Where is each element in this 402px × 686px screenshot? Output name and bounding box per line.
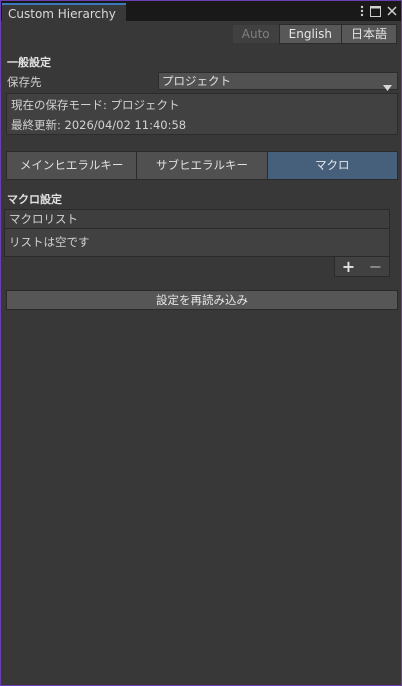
language-auto-button[interactable]: Auto	[231, 24, 280, 44]
title-bar: Custom Hierarchy	[1, 1, 401, 21]
last-updated-text: 最終更新: 2026/04/02 11:40:58	[11, 118, 187, 132]
save-location-label: 保存先	[7, 75, 42, 89]
language-japanese-button[interactable]: 日本語	[340, 24, 397, 44]
window-tab[interactable]: Custom Hierarchy	[2, 3, 126, 21]
add-macro-button[interactable]: +	[342, 258, 355, 275]
save-location-value: プロジェクト	[162, 74, 231, 88]
macro-settings-title: マクロ設定	[7, 193, 62, 206]
close-icon[interactable]	[387, 6, 397, 16]
editor-window: Custom Hierarchy Auto English 日本語 一般設定 保…	[0, 0, 402, 686]
current-save-mode-text: 現在の保存モード: プロジェクト	[11, 98, 180, 112]
maximize-icon[interactable]	[370, 5, 381, 17]
tab-macro[interactable]: マクロ	[266, 151, 398, 180]
kebab-menu-icon[interactable]	[360, 5, 364, 17]
language-english-button[interactable]: English	[278, 24, 342, 44]
macro-list-empty: リストは空です	[4, 229, 390, 257]
tab-main-hierarchy[interactable]: メインヒエラルキー	[6, 151, 138, 180]
save-info-box: 現在の保存モード: プロジェクト 最終更新: 2026/04/02 11:40:…	[6, 93, 398, 135]
macro-list-header: マクロリスト	[4, 209, 390, 229]
window-controls	[360, 3, 397, 19]
remove-macro-button[interactable]: −	[369, 258, 382, 275]
general-settings-title: 一般設定	[7, 56, 51, 69]
save-location-dropdown[interactable]: プロジェクト	[158, 72, 398, 91]
reload-settings-button[interactable]: 設定を再読み込み	[6, 290, 398, 310]
language-selector: Auto English 日本語	[231, 24, 397, 44]
tab-sub-hierarchy[interactable]: サブヒエラルキー	[136, 151, 268, 180]
hierarchy-tabs: メインヒエラルキー サブヒエラルキー マクロ	[6, 151, 398, 180]
macro-list-footer: + −	[334, 257, 390, 277]
